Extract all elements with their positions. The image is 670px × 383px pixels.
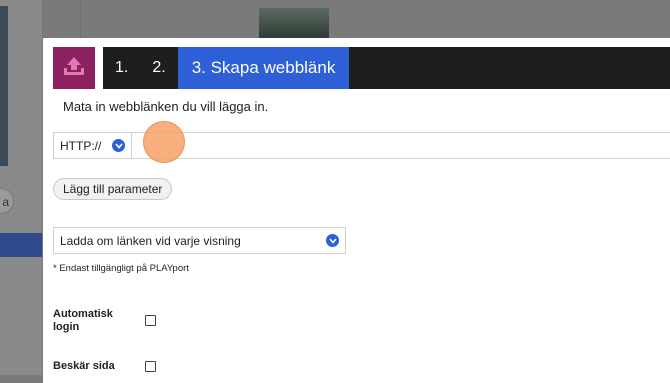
upload-tile [53,47,95,89]
background-pill-button: a [0,188,14,214]
background-image-thumbnail [259,8,329,38]
chevron-down-icon [326,234,339,247]
playport-note: * Endast tillgängligt på PLAYport [53,263,189,274]
background-sidebar: a [0,0,42,375]
step-2[interactable]: 2. [140,47,177,89]
background-thumbnail [0,6,8,166]
url-input[interactable] [132,133,670,158]
add-parameter-button[interactable]: Lägg till parameter [53,178,173,200]
auto-login-checkbox[interactable] [145,315,156,326]
crop-page-label: Beskär sida [53,360,115,372]
chevron-down-icon [112,139,125,152]
step-3-create-weblink[interactable]: 3. Skapa webblänk [177,47,350,89]
background-selected-row [0,233,42,257]
cursor-highlight [143,121,185,163]
background-divider [80,0,81,38]
wizard-steps: 1. 2. 3. Skapa webblänk [103,47,670,89]
protocol-value: HTTP:// [60,138,102,153]
instruction-text: Mata in webblänken du vill lägga in. [63,99,269,114]
auto-login-label: Automatisk login [53,308,113,333]
reload-mode-value: Ladda om länken vid varje visning [60,233,241,248]
reload-mode-select[interactable]: Ladda om länken vid varje visning [53,227,346,254]
upload-icon [62,55,86,82]
step-1[interactable]: 1. [103,47,140,89]
create-weblink-dialog: 1. 2. 3. Skapa webblänk Mata in webblänk… [43,38,670,383]
protocol-select[interactable]: HTTP:// [54,133,132,158]
crop-page-checkbox[interactable] [145,361,156,372]
